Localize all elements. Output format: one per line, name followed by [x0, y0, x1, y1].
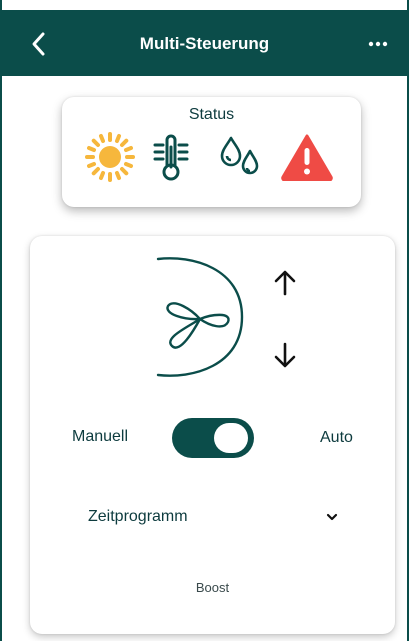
control-card: Manuell Auto Zeitprogramm Boost [30, 236, 395, 634]
arrow-up-icon[interactable] [270, 268, 300, 298]
arrow-down-icon[interactable] [270, 340, 300, 370]
boost-button[interactable]: Boost [30, 580, 395, 595]
humidity-icon [218, 135, 262, 186]
manual-label: Manuell [72, 428, 129, 445]
status-label: Status [188, 106, 235, 123]
warning-icon [280, 133, 334, 186]
schedule-dropdown[interactable]: Zeitprogramm [88, 508, 188, 526]
header-bar: Multi-Steuerung [0, 10, 409, 76]
toggle-knob [214, 423, 248, 453]
auto-label: Auto [320, 429, 353, 446]
page-title: Multi-Steuerung [139, 34, 270, 53]
mode-toggle[interactable] [172, 418, 254, 458]
thermometer-icon [152, 133, 190, 188]
sun-icon [84, 131, 136, 188]
more-icon[interactable] [367, 36, 389, 52]
chevron-down-icon[interactable] [325, 510, 339, 524]
fan-icon [154, 256, 254, 378]
status-card: Status [62, 97, 361, 207]
